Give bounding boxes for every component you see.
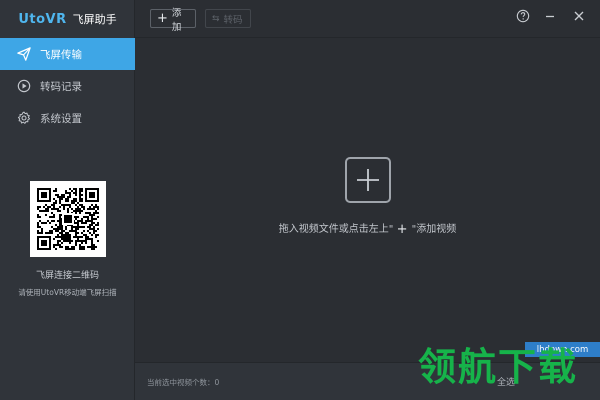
minimize-icon [546, 15, 554, 18]
sidebar-nav: 飞屏传输 转码记录 系统设置 [0, 38, 135, 134]
convert-button[interactable]: ⇆ 转码 [205, 9, 251, 28]
drop-hint-text-end: "添加视频 [411, 224, 457, 235]
help-button[interactable] [515, 8, 531, 24]
plus-icon: + [396, 222, 412, 237]
add-button-label: 添加 [171, 7, 182, 33]
sidebar-item-transfer[interactable]: 飞屏传输 [0, 38, 135, 70]
close-button[interactable] [571, 8, 587, 24]
sidebar-item-records[interactable]: 转码记录 [0, 70, 135, 102]
app-window: UtoVR 飞屏助手 飞屏传输 转码记录 系统设置 飞屏连接二维码 请使用Uto… [0, 0, 600, 400]
sidebar: UtoVR 飞屏助手 飞屏传输 转码记录 系统设置 飞屏连接二维码 请使用Uto… [0, 0, 135, 400]
drop-hint: 拖入视频文件或点击左上" + "添加视频 [135, 220, 600, 237]
add-button[interactable]: + 添加 [150, 8, 196, 33]
qr-code [30, 181, 106, 257]
sidebar-item-settings[interactable]: 系统设置 [0, 102, 135, 134]
send-icon [16, 46, 32, 62]
sidebar-item-label: 系统设置 [40, 112, 82, 125]
play-circle-icon [16, 78, 32, 94]
drop-hint-text: 拖入视频文件或点击左上" [278, 224, 394, 235]
help-icon [516, 9, 530, 23]
brand-name: UtoVR [18, 11, 67, 27]
gear-icon [16, 110, 32, 126]
watermark-logo: 领航下载 [418, 345, 579, 389]
qr-caption: 飞屏连接二维码 [35, 271, 99, 281]
drop-area[interactable]: 拖入视频文件或点击左上" + "添加视频 [135, 38, 600, 362]
app-logo: UtoVR 飞屏助手 [0, 0, 135, 38]
qr-code-image [37, 188, 99, 250]
convert-icon: ⇆ [212, 13, 220, 24]
minimize-button[interactable] [542, 8, 558, 24]
sidebar-item-label: 转码记录 [40, 80, 82, 93]
close-icon [574, 11, 584, 21]
toolbar: + 添加 ⇆ 转码 [135, 0, 600, 38]
add-video-button[interactable] [345, 157, 391, 203]
plus-icon [357, 169, 379, 191]
plus-icon: + [157, 11, 168, 26]
app-title: 飞屏助手 [72, 13, 117, 26]
convert-button-label: 转码 [223, 14, 243, 26]
qr-hint: 请使用UtoVR移动端飞屏扫描 [18, 288, 117, 297]
selected-count: 当前选中视频个数：0 [147, 378, 220, 387]
sidebar-item-label: 飞屏传输 [40, 48, 82, 61]
